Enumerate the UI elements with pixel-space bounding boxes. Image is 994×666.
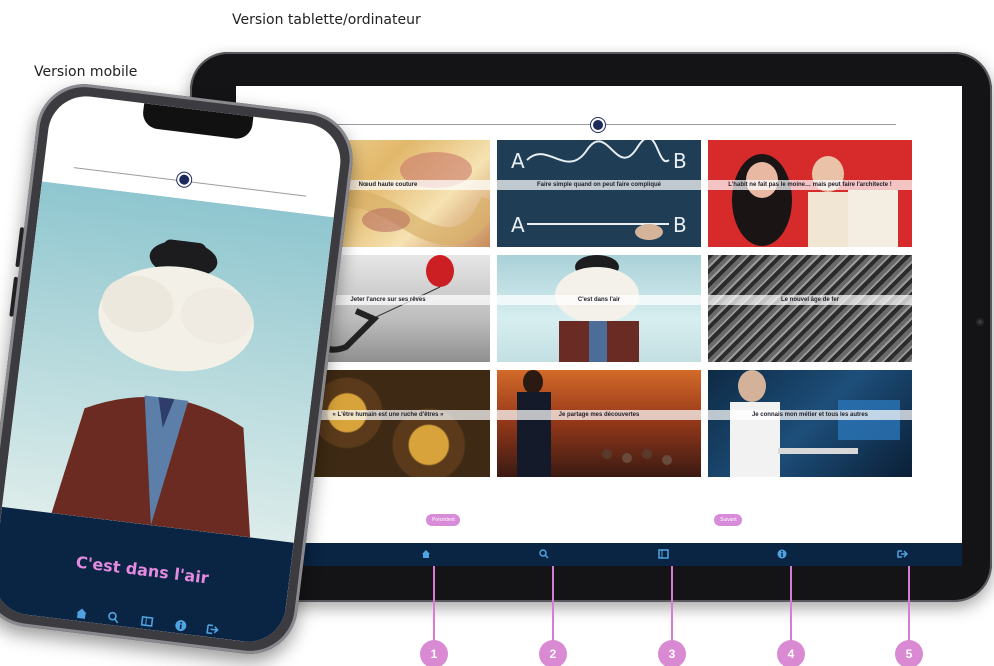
home-icon[interactable] [75, 607, 89, 623]
article-title: C'est dans l'air [74, 552, 210, 588]
callout-number: 4 [777, 640, 805, 666]
home-icon[interactable] [421, 549, 431, 562]
info-icon[interactable] [174, 619, 188, 635]
article-tile[interactable]: C'est dans l'air [497, 255, 701, 362]
tablet-camera [976, 318, 984, 326]
previous-button[interactable]: Précédent [426, 514, 460, 526]
site-logo-icon[interactable] [176, 171, 193, 188]
callout-line [433, 566, 435, 646]
article-tile[interactable]: Le nouvel âge de fer [708, 255, 912, 362]
tile-image [555, 255, 639, 362]
article-tile[interactable]: L'habit ne fait pas le moine… mais peut … [708, 140, 912, 247]
logout-icon[interactable] [206, 623, 220, 639]
callout-number: 1 [420, 640, 448, 666]
bottom-nav-bar [236, 543, 962, 566]
callout-line [790, 566, 792, 646]
tile-image: A B A B [511, 140, 687, 240]
logout-icon[interactable] [897, 549, 909, 562]
mobile-version-caption: Version mobile [34, 64, 138, 80]
search-icon[interactable] [539, 549, 549, 562]
tile-image [730, 370, 900, 477]
map-icon[interactable] [658, 549, 669, 562]
svg-text:B: B [673, 213, 687, 237]
tablet-version-caption: Version tablette/ordinateur [232, 12, 421, 28]
svg-text:A: A [511, 149, 525, 173]
callout-line [552, 566, 554, 646]
tile-image [517, 370, 672, 477]
callout-line [908, 566, 910, 646]
next-button[interactable]: Suivant [714, 514, 742, 526]
tile-label: Je partage mes découvertes [497, 410, 701, 420]
article-tile[interactable]: A B A B Faire simple quand on peut faire… [497, 140, 701, 247]
map-icon[interactable] [140, 615, 154, 631]
tile-label: Le nouvel âge de fer [708, 295, 912, 305]
hero-image[interactable] [1, 181, 334, 543]
info-icon[interactable] [777, 549, 787, 562]
tile-image [732, 154, 898, 247]
svg-text:B: B [673, 149, 687, 173]
tile-label: L'habit ne fait pas le moine… mais peut … [708, 180, 912, 190]
svg-text:A: A [511, 213, 525, 237]
article-tile[interactable]: Je partage mes découvertes [497, 370, 701, 477]
hero-illustration [1, 181, 334, 543]
tile-label: Faire simple quand on peut faire compliq… [497, 180, 701, 190]
tile-label: C'est dans l'air [497, 295, 701, 305]
article-tile[interactable]: Je connais mon métier et tous les autres [708, 370, 912, 477]
callout-number: 5 [895, 640, 923, 666]
callout-number: 2 [539, 640, 567, 666]
tile-label: Je connais mon métier et tous les autres [708, 410, 912, 420]
callout-number: 3 [658, 640, 686, 666]
callout-line [671, 566, 673, 646]
site-logo-icon[interactable] [591, 118, 605, 132]
search-icon[interactable] [106, 611, 120, 627]
